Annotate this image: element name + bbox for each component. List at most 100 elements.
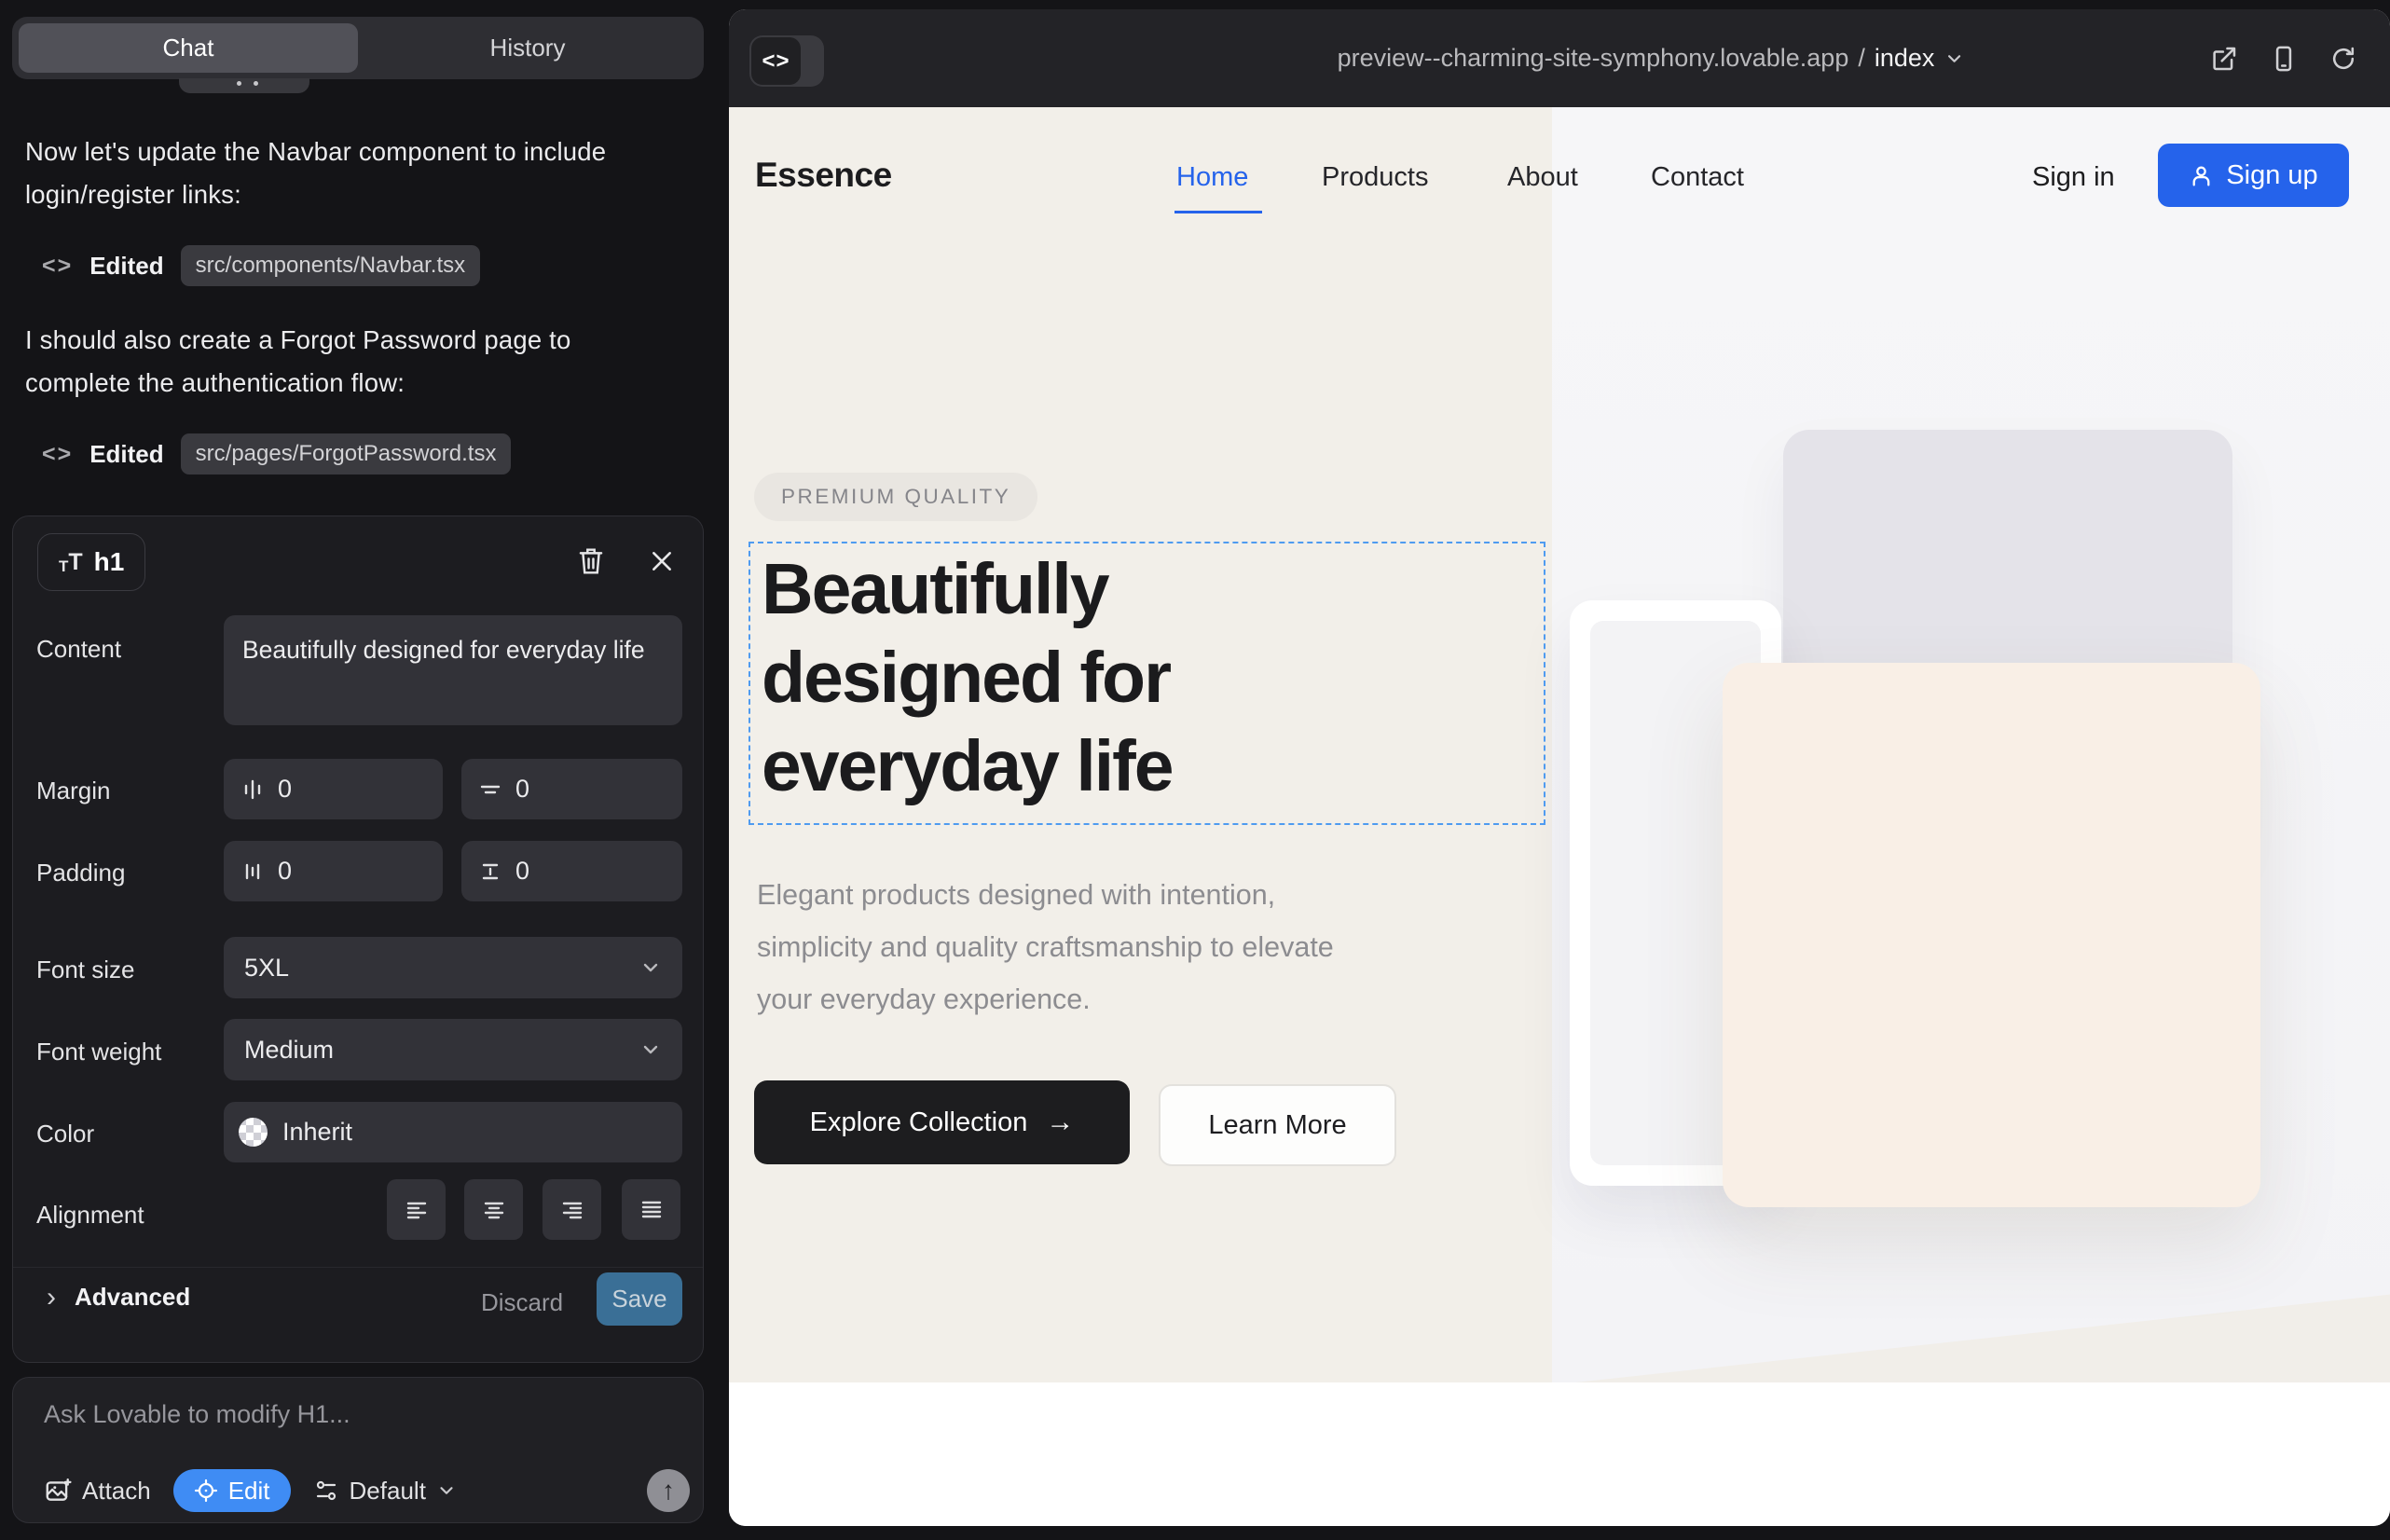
nav-item-contact[interactable]: Contact	[1651, 162, 1744, 193]
attach-button[interactable]: Attach	[44, 1477, 151, 1506]
chevron-down-icon	[639, 956, 662, 979]
chat-history-tabbar: Chat History	[12, 17, 704, 79]
hero-heading: Beautifully designed for everyday life	[762, 545, 1173, 811]
color-field-label: Color	[36, 1120, 94, 1148]
padding-vertical-icon	[478, 859, 502, 884]
chevron-down-icon	[1944, 48, 1964, 69]
sliders-icon	[313, 1478, 339, 1504]
color-swatch	[239, 1118, 268, 1147]
hero-heading-line: designed for	[762, 634, 1173, 722]
align-right-icon	[559, 1197, 585, 1223]
smartphone-icon	[2270, 45, 2298, 73]
chat-sidebar: Chat History Now let's update the Navbar…	[0, 0, 727, 1540]
chat-composer: Attach Edit Default ↑	[12, 1377, 704, 1523]
tab-history[interactable]: History	[358, 23, 697, 73]
padding-horizontal-field[interactable]	[224, 841, 443, 901]
edited-file-row[interactable]: <> Edited src/components/Navbar.tsx	[42, 245, 480, 286]
edit-mode-button[interactable]: Edit	[173, 1469, 291, 1512]
nav-active-underline	[1174, 211, 1262, 213]
font-weight-label: Font weight	[36, 1038, 161, 1066]
close-panel-button[interactable]	[643, 543, 680, 580]
align-right-button[interactable]	[543, 1179, 601, 1240]
padding-vertical-field[interactable]	[461, 841, 682, 901]
chevron-down-icon	[436, 1480, 457, 1501]
margin-vertical-input[interactable]	[515, 775, 627, 804]
send-button[interactable]: ↑	[647, 1469, 690, 1512]
refresh-button[interactable]	[2327, 42, 2360, 76]
color-select[interactable]: Inherit	[224, 1102, 682, 1162]
typography-icon: TT	[59, 551, 83, 574]
nav-item-home[interactable]: Home	[1176, 162, 1248, 193]
hero-heading-line: Beautifully	[762, 545, 1173, 634]
delete-element-button[interactable]	[572, 543, 610, 580]
align-justify-icon	[639, 1197, 665, 1223]
sign-in-link[interactable]: Sign in	[2032, 162, 2115, 193]
font-size-value: 5XL	[244, 954, 289, 983]
learn-more-button[interactable]: Learn More	[1159, 1084, 1396, 1166]
font-size-select[interactable]: 5XL	[224, 937, 682, 998]
attach-image-icon	[44, 1477, 72, 1505]
panel-footer-divider	[13, 1267, 703, 1268]
browser-topbar: <> preview--charming-site-symphony.lovab…	[729, 9, 2390, 107]
element-tag-label: h1	[94, 547, 125, 577]
site-logo[interactable]: Essence	[755, 156, 892, 195]
url-bar[interactable]: preview--charming-site-symphony.lovable.…	[1338, 9, 1965, 107]
margin-horizontal-icon	[240, 777, 265, 802]
save-button[interactable]: Save	[597, 1272, 682, 1326]
nav-item-about[interactable]: About	[1507, 162, 1578, 193]
hero-heading-line: everyday life	[762, 722, 1173, 811]
external-link-icon	[2210, 45, 2238, 73]
refresh-icon	[2329, 45, 2357, 73]
align-justify-button[interactable]	[622, 1179, 680, 1240]
scrolled-chip-partial	[179, 78, 309, 93]
font-size-label: Font size	[36, 956, 135, 984]
composer-input[interactable]	[44, 1400, 603, 1441]
nav-item-products[interactable]: Products	[1322, 162, 1428, 193]
chevron-right-icon: ›	[47, 1284, 56, 1312]
edited-label: Edited	[89, 440, 163, 469]
font-weight-value: Medium	[244, 1036, 334, 1065]
edited-file-row[interactable]: <> Edited src/pages/ForgotPassword.tsx	[42, 433, 511, 474]
url-page-selector[interactable]: index	[1875, 44, 1935, 73]
align-center-button[interactable]	[464, 1179, 523, 1240]
margin-field-label: Margin	[36, 777, 110, 805]
margin-vertical-icon	[478, 777, 502, 802]
margin-vertical-field[interactable]	[461, 759, 682, 819]
padding-horizontal-icon	[240, 859, 265, 884]
explore-collection-button[interactable]: Explore Collection →	[754, 1080, 1130, 1164]
file-chip[interactable]: src/components/Navbar.tsx	[181, 245, 480, 286]
padding-field-label: Padding	[36, 859, 125, 887]
advanced-toggle[interactable]: › Advanced	[47, 1283, 190, 1312]
file-chip[interactable]: src/pages/ForgotPassword.tsx	[181, 433, 512, 474]
user-icon	[2189, 163, 2214, 188]
h1-selection-outline[interactable]: Beautifully designed for everyday life	[749, 542, 1545, 825]
sign-up-label: Sign up	[2226, 160, 2317, 191]
open-in-new-tab-button[interactable]	[2207, 42, 2241, 76]
discard-button[interactable]: Discard	[472, 1285, 572, 1321]
content-input[interactable]: Beautifully designed for everyday life	[224, 615, 682, 725]
margin-horizontal-field[interactable]	[224, 759, 443, 819]
default-mode-selector[interactable]: Default	[313, 1477, 457, 1506]
preview-site: Essence Home Products About Contact Sign…	[729, 107, 2390, 1526]
align-left-button[interactable]	[387, 1179, 446, 1240]
url-host: preview--charming-site-symphony.lovable.…	[1338, 44, 1849, 73]
padding-vertical-input[interactable]	[515, 857, 627, 886]
url-separator: /	[1858, 44, 1865, 73]
premium-quality-badge: PREMIUM QUALITY	[754, 473, 1037, 521]
crosshair-icon	[194, 1478, 218, 1503]
content-field: Beautifully designed for everyday life	[224, 615, 682, 725]
mobile-view-button[interactable]	[2267, 42, 2301, 76]
sign-up-button[interactable]: Sign up	[2158, 144, 2349, 207]
attach-label: Attach	[82, 1477, 151, 1506]
code-icon: <>	[751, 37, 801, 85]
font-weight-select[interactable]: Medium	[224, 1019, 682, 1080]
selected-element-pill[interactable]: TT h1	[37, 533, 145, 591]
content-field-label: Content	[36, 635, 121, 664]
align-left-icon	[404, 1197, 430, 1223]
code-preview-toggle[interactable]: <>	[749, 35, 824, 87]
margin-horizontal-input[interactable]	[278, 775, 390, 804]
edited-label: Edited	[89, 252, 163, 281]
color-value: Inherit	[282, 1118, 352, 1147]
tab-chat[interactable]: Chat	[19, 23, 358, 73]
padding-horizontal-input[interactable]	[278, 857, 390, 886]
